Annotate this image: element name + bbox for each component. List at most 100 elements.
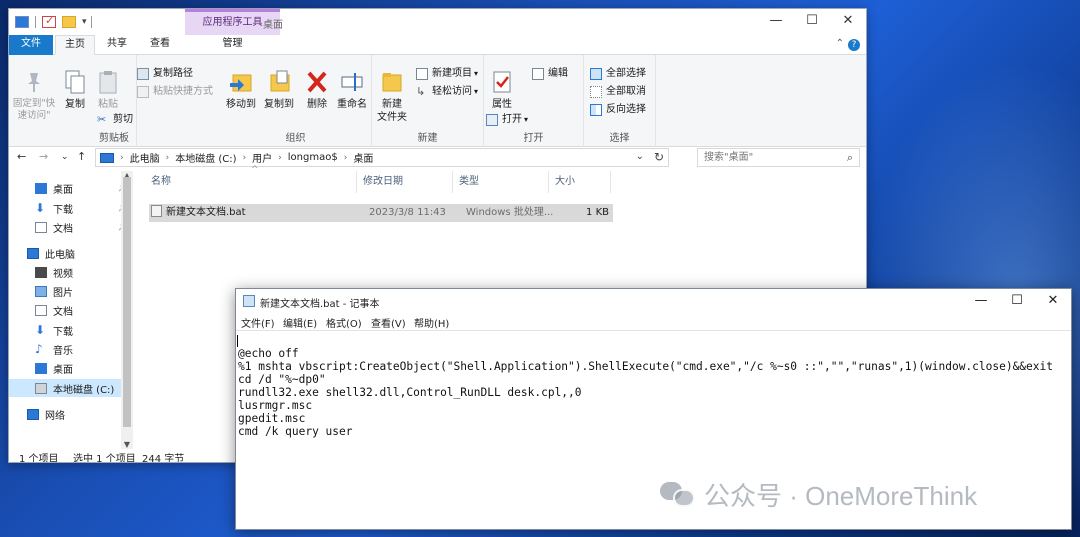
crumb-this-pc[interactable]: 此电脑 bbox=[130, 150, 160, 165]
column-header-name[interactable]: 名称 bbox=[145, 171, 357, 193]
select-all-icon bbox=[590, 68, 602, 80]
column-header-modified[interactable]: 修改日期 bbox=[357, 171, 453, 193]
paste-shortcut-label: 粘贴快捷方式 bbox=[153, 86, 213, 97]
copy-button[interactable]: 复制 bbox=[61, 69, 89, 111]
crumb-users[interactable]: 用户 bbox=[252, 150, 272, 165]
properties-button[interactable]: 属性 bbox=[488, 69, 516, 111]
nav-item-desktop-pc[interactable]: 桌面 bbox=[35, 359, 133, 377]
tab-view[interactable]: 查看 bbox=[140, 35, 180, 55]
nav-scrollbar[interactable]: ▲ ▼ bbox=[121, 171, 133, 449]
crumb-local-disk[interactable]: 本地磁盘 (C:) bbox=[175, 150, 236, 165]
tab-file[interactable]: 文件 bbox=[9, 35, 53, 55]
copy-to-button[interactable]: 复制到 bbox=[262, 69, 296, 111]
window-title: 桌面 bbox=[263, 20, 283, 31]
tab-share[interactable]: 共享 bbox=[97, 35, 137, 55]
crumb-separator-icon[interactable]: › bbox=[243, 153, 247, 163]
pin-label: 固定到"快速访问" bbox=[12, 98, 56, 121]
menu-view[interactable]: 查看(V) bbox=[371, 315, 406, 330]
minimize-icon[interactable]: — bbox=[963, 289, 999, 313]
paste-shortcut-icon bbox=[137, 86, 149, 98]
menu-file[interactable]: 文件(F) bbox=[241, 315, 275, 330]
recent-chevron-icon[interactable]: ⌄ bbox=[61, 152, 69, 162]
code-line: cmd /k query user bbox=[238, 425, 353, 438]
column-header-type[interactable]: 类型 bbox=[453, 171, 549, 193]
select-none-button[interactable]: 全部取消 bbox=[590, 85, 646, 99]
close-icon[interactable]: ✕ bbox=[830, 9, 866, 33]
notepad-titlebar[interactable]: 新建文本文档.bat - 记事本 — ☐ ✕ bbox=[236, 289, 1071, 313]
new-folder-icon[interactable] bbox=[62, 16, 76, 28]
delete-button[interactable]: 删除 bbox=[304, 69, 330, 111]
table-row[interactable]: 新建文本文档.bat 2023/3/8 11:43 Windows 批处理...… bbox=[149, 204, 613, 222]
crumb-separator-icon[interactable]: › bbox=[166, 153, 170, 163]
nav-item-documents-pc[interactable]: 文档 bbox=[35, 301, 133, 319]
address-dropdown-icon[interactable]: ⌄ bbox=[636, 151, 644, 162]
search-icon[interactable]: ⌕ bbox=[847, 149, 853, 166]
paste-shortcut-button[interactable]: 粘贴快捷方式 bbox=[137, 85, 213, 99]
code-line: @echo off bbox=[238, 347, 299, 360]
menu-format[interactable]: 格式(O) bbox=[326, 315, 362, 330]
help-icon[interactable]: ? bbox=[848, 39, 860, 51]
back-arrow-icon[interactable]: ← bbox=[17, 150, 26, 163]
search-input[interactable]: 搜索"桌面" ⌕ bbox=[697, 148, 860, 167]
nav-item-documents[interactable]: 文档📌︎ bbox=[35, 218, 133, 236]
nav-item-desktop[interactable]: 桌面📌︎ bbox=[35, 179, 133, 197]
rename-button[interactable]: 重命名 bbox=[336, 69, 368, 111]
collapse-ribbon-icon[interactable]: ⌃ bbox=[836, 38, 844, 49]
nav-item-music[interactable]: ♪ 音乐 bbox=[35, 340, 133, 358]
up-arrow-icon[interactable]: ↑ bbox=[77, 150, 86, 163]
move-to-button[interactable]: 移动到 bbox=[224, 69, 258, 111]
refresh-icon[interactable]: ↻ bbox=[654, 150, 664, 164]
select-all-button[interactable]: 全部选择 bbox=[590, 67, 646, 81]
rename-label: 重命名 bbox=[337, 99, 367, 110]
properties-check-icon[interactable] bbox=[42, 14, 56, 28]
new-item-button[interactable]: 新建项目 ▾ bbox=[416, 67, 478, 81]
maximize-icon[interactable]: ☐ bbox=[794, 9, 830, 33]
copy-path-button[interactable]: 复制路径 bbox=[137, 67, 193, 81]
menu-edit[interactable]: 编辑(E) bbox=[283, 315, 317, 330]
code-line: cd /d "%~dp0" bbox=[238, 373, 326, 386]
tab-home[interactable]: 主页 bbox=[55, 35, 95, 55]
nav-item-videos[interactable]: 视频 bbox=[35, 263, 133, 281]
nav-item-local-disk[interactable]: 本地磁盘 (C:) bbox=[9, 379, 121, 397]
address-bar-row: ← → ⌄ ↑ › 此电脑 › 本地磁盘 (C:) › 用户 › longmao… bbox=[9, 147, 866, 169]
document-icon bbox=[35, 304, 47, 316]
easy-access-button[interactable]: ↳ 轻松访问 ▾ bbox=[416, 85, 478, 99]
nav-item-downloads-pc[interactable]: ⬇ 下载 bbox=[35, 321, 133, 339]
wechat-watermark: 公众号 · OneMoreThink bbox=[660, 478, 977, 511]
document-icon bbox=[35, 221, 47, 233]
crumb-separator-icon[interactable]: › bbox=[278, 153, 282, 163]
crumb-user[interactable]: longmao$ bbox=[288, 152, 338, 163]
qa-separator bbox=[90, 16, 92, 28]
invert-selection-button[interactable]: 反向选择 bbox=[590, 103, 646, 117]
crumb-separator-icon[interactable]: › bbox=[344, 153, 348, 163]
nav-item-this-pc[interactable]: 此电脑 bbox=[27, 244, 125, 262]
column-header-size[interactable]: 大小 bbox=[549, 171, 611, 193]
tab-manage[interactable]: 管理 bbox=[185, 35, 280, 55]
new-folder-button[interactable]: 新建 文件夹 bbox=[374, 69, 410, 124]
pin-quick-access-button[interactable]: 固定到"快速访问" bbox=[11, 69, 57, 122]
nav-item-pictures[interactable]: 图片 bbox=[35, 282, 133, 300]
batch-file-icon bbox=[151, 205, 162, 217]
address-input[interactable]: › 此电脑 › 本地磁盘 (C:) › 用户 › longmao$ › 桌面 ⌄… bbox=[95, 148, 669, 167]
forward-arrow-icon[interactable]: → bbox=[39, 150, 48, 163]
customize-qa-chevron-icon[interactable]: ▾ bbox=[82, 17, 87, 27]
nav-label: 桌面 bbox=[53, 364, 73, 376]
scroll-down-icon[interactable]: ▼ bbox=[121, 440, 133, 449]
explorer-titlebar[interactable]: ▾ 应用程序工具 桌面 — ☐ ✕ bbox=[9, 9, 866, 35]
close-icon[interactable]: ✕ bbox=[1035, 289, 1071, 313]
scrollbar-thumb[interactable] bbox=[123, 177, 131, 427]
delete-x-icon bbox=[307, 71, 327, 93]
paste-button[interactable]: 粘贴 bbox=[95, 69, 121, 111]
edit-button[interactable]: 编辑 bbox=[532, 67, 568, 81]
menu-help[interactable]: 帮助(H) bbox=[414, 315, 449, 330]
nav-item-downloads[interactable]: ⬇下载📌︎ bbox=[35, 199, 133, 217]
crumb-desktop[interactable]: 桌面 bbox=[353, 150, 373, 165]
status-selected: 选中 1 个项目 bbox=[73, 454, 136, 463]
crumb-separator-icon[interactable]: › bbox=[120, 153, 124, 163]
move-to-label: 移动到 bbox=[226, 99, 256, 110]
minimize-icon[interactable]: — bbox=[758, 9, 794, 33]
maximize-icon[interactable]: ☐ bbox=[999, 289, 1035, 313]
nav-item-network[interactable]: 网络 bbox=[27, 405, 125, 423]
open-button[interactable]: 打开 ▾ bbox=[486, 113, 528, 127]
cut-button[interactable]: ✂ 剪切 bbox=[97, 113, 133, 127]
